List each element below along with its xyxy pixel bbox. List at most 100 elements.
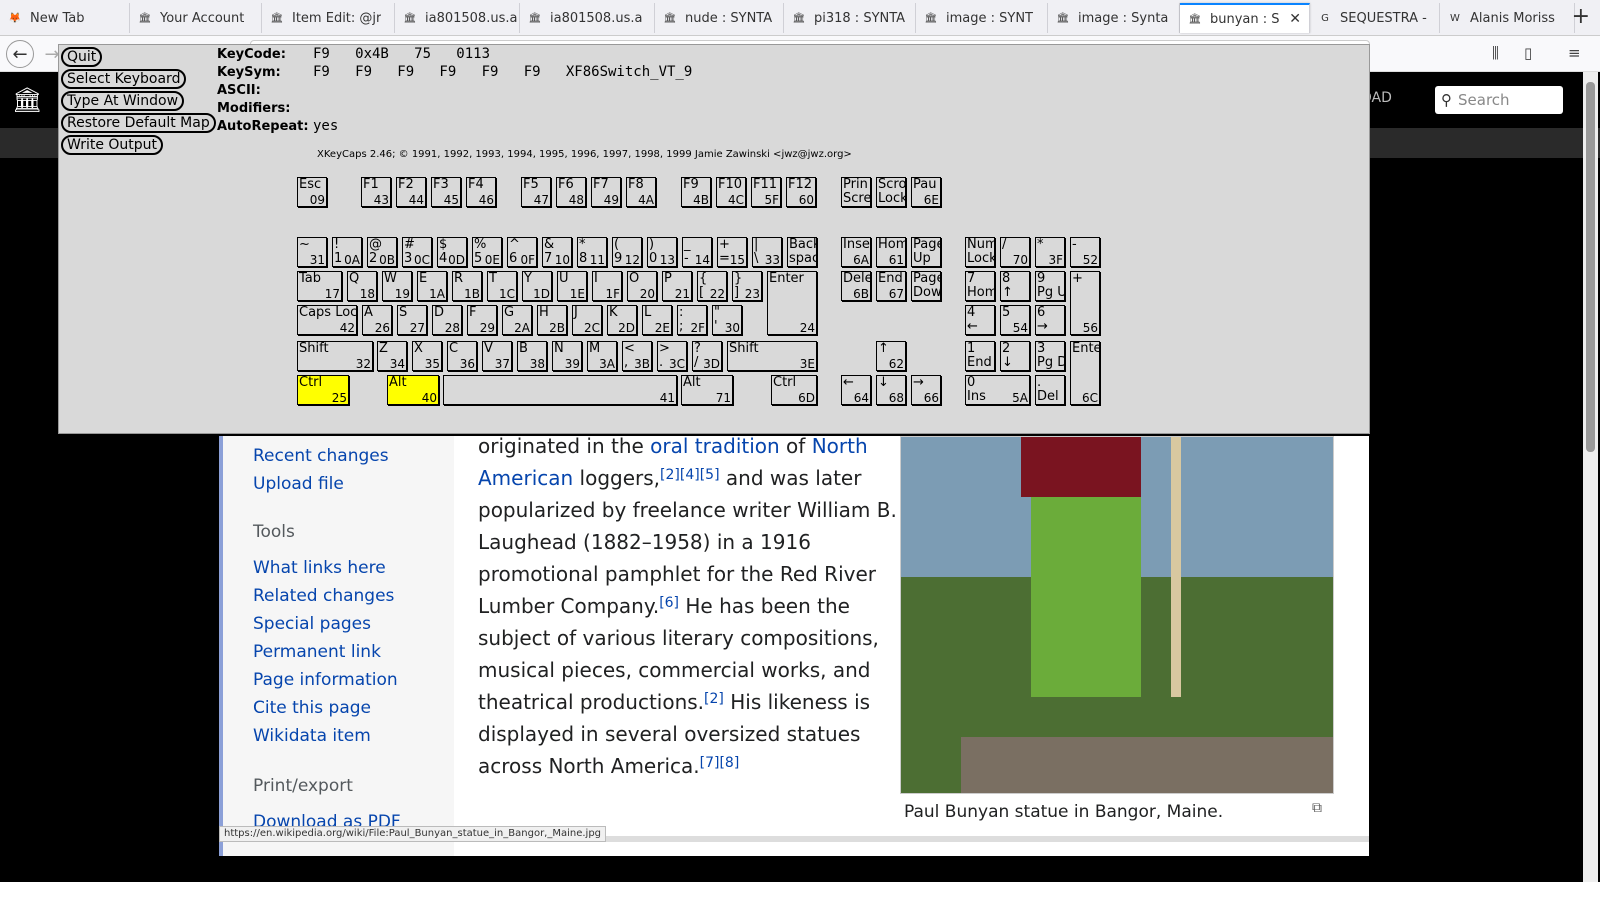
keyboard-key[interactable]: ^ 6 0F [507, 237, 537, 267]
keyboard-key[interactable]: Inse 6A [841, 237, 871, 267]
keyboard-key[interactable]: ( 9 12 [612, 237, 642, 267]
citation-link[interactable]: [2] [704, 691, 724, 707]
keyboard-key[interactable]: ← 64 [841, 375, 871, 405]
keyboard-key[interactable]: > . 3C [657, 341, 687, 371]
tab[interactable]: 🏛 image : Synta [1048, 3, 1180, 33]
keyboard-key[interactable]: P 21 [662, 271, 692, 301]
keyboard-key[interactable]: S 27 [397, 305, 427, 335]
new-tab-button[interactable]: + [1572, 4, 1590, 29]
sidebar-item-wikidata-item[interactable]: Wikidata item [253, 726, 371, 746]
statue-photo[interactable] [900, 436, 1334, 794]
keyboard-key[interactable]: ? /3D [692, 341, 722, 371]
tab[interactable]: G SEQUESTRA - [1310, 3, 1440, 33]
keyboard-key[interactable]: U 1E [557, 271, 587, 301]
keyboard-key[interactable]: ~31 [297, 237, 327, 267]
library-icon[interactable]: ⫼ [1492, 44, 1499, 62]
sidebar-item-what-links-here[interactable]: What links here [253, 558, 386, 578]
keyboard-key[interactable]: 6 → [1035, 305, 1065, 335]
keyboard-key[interactable]: R 1B [452, 271, 482, 301]
keyboard-key[interactable]: F6 48 [556, 177, 586, 207]
keyboard-key[interactable]: C 36 [447, 341, 477, 371]
keyboard-key[interactable]: Shift 32 [297, 341, 373, 371]
sidebar-item-page-information[interactable]: Page information [253, 670, 398, 690]
keyboard-key[interactable]: F9 4B [681, 177, 711, 207]
keyboard-key[interactable]: +56 [1070, 271, 1100, 335]
keyboard-key[interactable]: G 2A [502, 305, 532, 335]
tab[interactable]: 🏛 Item Edit: @jr [262, 3, 395, 33]
keyboard-key[interactable]: Tab 17 [297, 271, 342, 301]
keyboard-key[interactable]: L 2E [642, 305, 672, 335]
quit-button[interactable]: Quit [61, 47, 103, 67]
keyboard-key[interactable]: + = 15 [717, 237, 747, 267]
search-input[interactable]: ⚲ Search [1435, 86, 1563, 114]
keyboard-key[interactable]: F7 49 [591, 177, 621, 207]
keyboard-key[interactable]: K 2D [607, 305, 637, 335]
keyboard-key[interactable]: * 3F [1035, 237, 1065, 267]
keyboard-key[interactable]: 41 [443, 375, 677, 405]
sidebar-icon[interactable]: ▯ [1524, 44, 1532, 62]
keyboard-key[interactable]: E 1A [417, 271, 447, 301]
keyboard-key[interactable]: F11 5F [751, 177, 781, 207]
tab[interactable]: 🏛 Your Account [130, 3, 262, 33]
keyboard-key[interactable]: { [22 [697, 271, 727, 301]
close-tab-icon[interactable]: ✕ [1289, 11, 1301, 27]
keyboard-key[interactable]: " ' 30 [712, 305, 742, 335]
keyboard-key[interactable]: F10 4C [716, 177, 746, 207]
sidebar-item-upload-file[interactable]: Upload file [253, 474, 344, 494]
keyboard-key[interactable]: Prin Scre [841, 177, 871, 207]
keyboard-key[interactable]: ↑ 62 [876, 341, 906, 371]
keyboard-key[interactable]: I 1F [592, 271, 622, 301]
keyboard-key[interactable]: F4 46 [466, 177, 496, 207]
keyboard-key[interactable]: 2 ↓ [1000, 341, 1030, 371]
keyboard-key[interactable]: T 1C [487, 271, 517, 301]
keyboard-key[interactable]: F8 4A [626, 177, 656, 207]
keyboard-key[interactable]: Alt 71 [681, 375, 733, 405]
tab[interactable]: 🏛 nude : SYNTA [655, 3, 784, 33]
keyboard-key[interactable]: Z 34 [377, 341, 407, 371]
keyboard-key[interactable]: -52 [1070, 237, 1100, 267]
keyboard-key[interactable]: Shift 3E [727, 341, 817, 371]
keyboard-key[interactable]: A 26 [362, 305, 392, 335]
scroll-thumb[interactable] [1586, 82, 1595, 452]
menu-icon[interactable]: ≡ [1568, 44, 1581, 62]
keyboard-key[interactable]: Scro Lock [876, 177, 906, 207]
keyboard-key[interactable]: D 28 [432, 305, 462, 335]
keyboard-key[interactable]: H 2B [537, 305, 567, 335]
keyboard-key[interactable]: F3 45 [431, 177, 461, 207]
keyboard-key[interactable]: Y 1D [522, 271, 552, 301]
keyboard-key[interactable]: @ 2 0B [367, 237, 397, 267]
vertical-scrollbar[interactable] [1583, 72, 1598, 882]
back-button[interactable]: ← [6, 40, 34, 68]
keyboard-key[interactable]: _ -14 [682, 237, 712, 267]
keyboard-key[interactable]: F 29 [467, 305, 497, 335]
keyboard-key[interactable]: 3 Pg D [1035, 341, 1065, 371]
keyboard-key[interactable]: & 7 10 [542, 237, 572, 267]
keyboard-key[interactable]: F2 44 [396, 177, 426, 207]
keyboard-key[interactable]: Ente 6C [1070, 341, 1100, 405]
keyboard-key[interactable]: 4 ← [965, 305, 995, 335]
restore-default-map-button[interactable]: Restore Default Map [61, 113, 216, 133]
wikipedia-logo-icon[interactable]: 🏛 [12, 86, 42, 116]
keyboard-key[interactable]: Enter 24 [767, 271, 817, 335]
keyboard-key[interactable]: * 8 11 [577, 237, 607, 267]
keyboard-key[interactable]: Caps Loc 42 [297, 305, 357, 335]
keyboard-key[interactable]: V 37 [482, 341, 512, 371]
keyboard-key[interactable]: ! 1 0A [332, 237, 362, 267]
keyboard-key[interactable]: → 66 [911, 375, 941, 405]
keyboard-key[interactable]: ↓ 68 [876, 375, 906, 405]
tab[interactable]: 🏛 bunyan : S ✕ [1180, 3, 1310, 33]
keyboard-key[interactable]: Ctrl 25 [297, 375, 349, 405]
keyboard-key[interactable]: 5 54 [1000, 305, 1030, 335]
keyboard-key[interactable]: N 39 [552, 341, 582, 371]
keyboard-key[interactable]: 9 Pg U [1035, 271, 1065, 301]
keyboard-key[interactable]: Ctrl 6D [771, 375, 817, 405]
enlarge-icon[interactable]: ⧉ [1312, 800, 1322, 816]
link-oral-tradition[interactable]: oral tradition [650, 434, 780, 458]
keyboard-key[interactable]: O 20 [627, 271, 657, 301]
keyboard-key[interactable]: F12 60 [786, 177, 816, 207]
keyboard-key[interactable]: Page Up [911, 237, 941, 267]
keyboard-key[interactable]: 1 End [965, 341, 995, 371]
keyboard-key[interactable]: Esc 09 [297, 177, 327, 207]
select-keyboard-button[interactable]: Select Keyboard [61, 69, 187, 89]
keyboard-key[interactable]: Num Lock [965, 237, 995, 267]
